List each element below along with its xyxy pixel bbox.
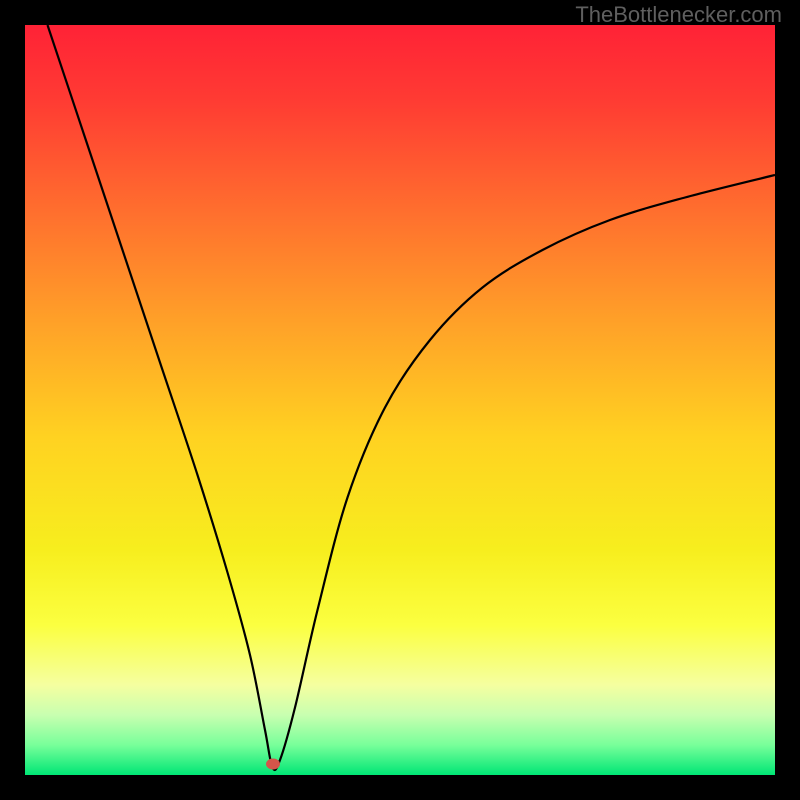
plot-area [25, 25, 775, 775]
watermark-text: TheBottlenecker.com [575, 2, 782, 28]
bottleneck-curve [25, 25, 775, 775]
optimal-point-marker [266, 758, 280, 769]
